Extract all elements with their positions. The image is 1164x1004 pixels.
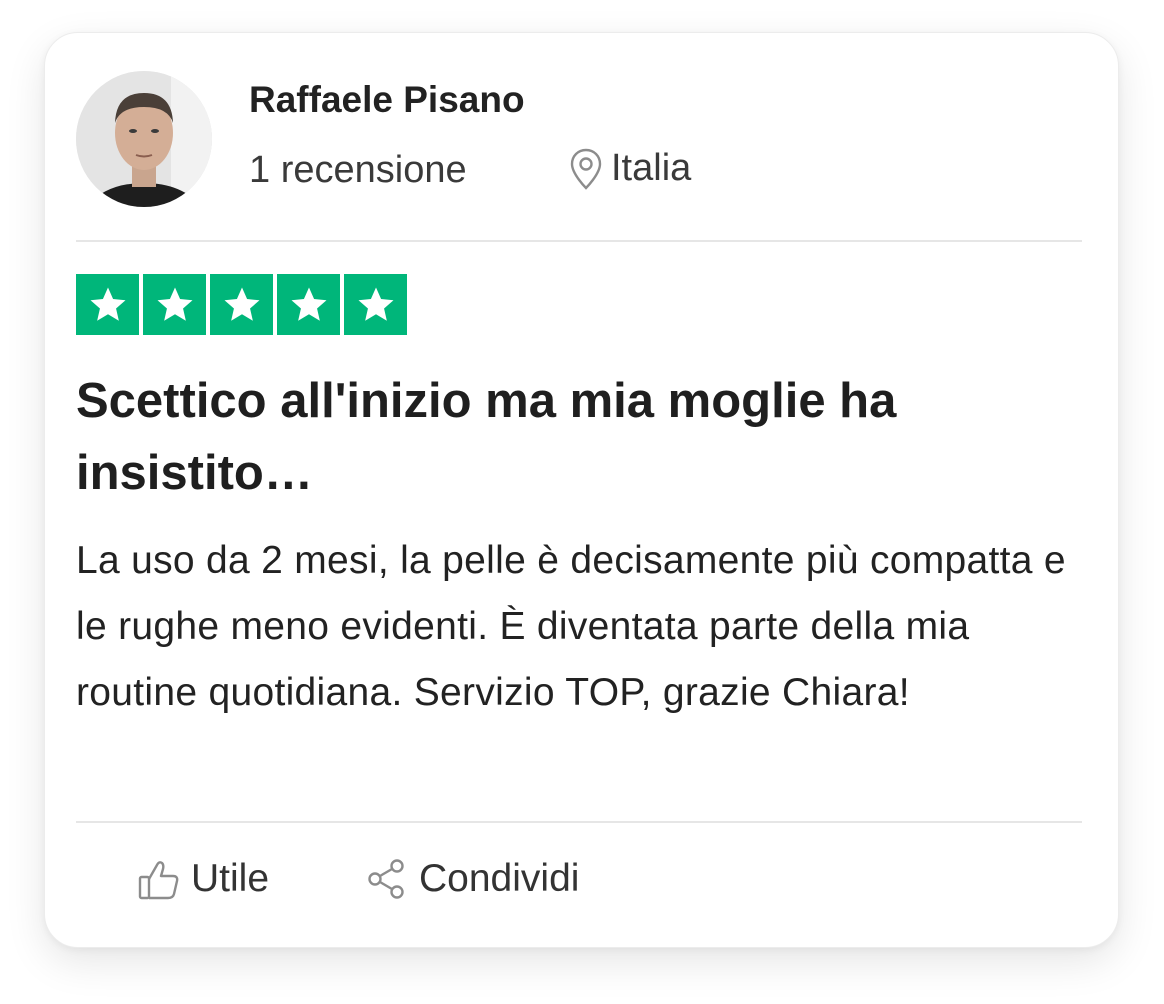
thumbs-up-icon	[137, 857, 181, 901]
star-2	[143, 274, 206, 335]
star-icon	[291, 287, 326, 321]
map-pin-icon	[569, 148, 603, 190]
star-5	[344, 274, 407, 335]
review-count: 1 recensione	[249, 149, 467, 191]
footer-divider	[76, 821, 1082, 823]
review-title[interactable]: Scettico all'inizio ma mia moglie ha ins…	[76, 365, 1076, 509]
review-body: La uso da 2 mesi, la pelle è decisamente…	[76, 539, 1066, 714]
location-label: Italia	[611, 147, 692, 189]
star-3	[210, 274, 273, 335]
star-icon	[358, 287, 393, 321]
header-divider	[76, 240, 1082, 242]
reviewer-location: Italia	[569, 147, 691, 190]
useful-button[interactable]: Utile	[137, 857, 269, 901]
star-4	[277, 274, 340, 335]
star-icon	[90, 287, 125, 321]
star-1	[76, 274, 139, 335]
share-label: Condividi	[419, 857, 580, 900]
avatar[interactable]	[76, 71, 212, 207]
share-icon	[365, 857, 409, 901]
star-icon	[157, 287, 192, 321]
reviewer-name[interactable]: Raffaele Pisano	[249, 79, 525, 121]
star-icon	[224, 287, 259, 321]
star-rating	[76, 274, 407, 335]
review-card: Raffaele Pisano 1 recensione Italia Scet…	[44, 32, 1119, 948]
share-button[interactable]: Condividi	[365, 857, 579, 901]
avatar-image	[76, 71, 212, 207]
useful-label: Utile	[191, 857, 270, 900]
